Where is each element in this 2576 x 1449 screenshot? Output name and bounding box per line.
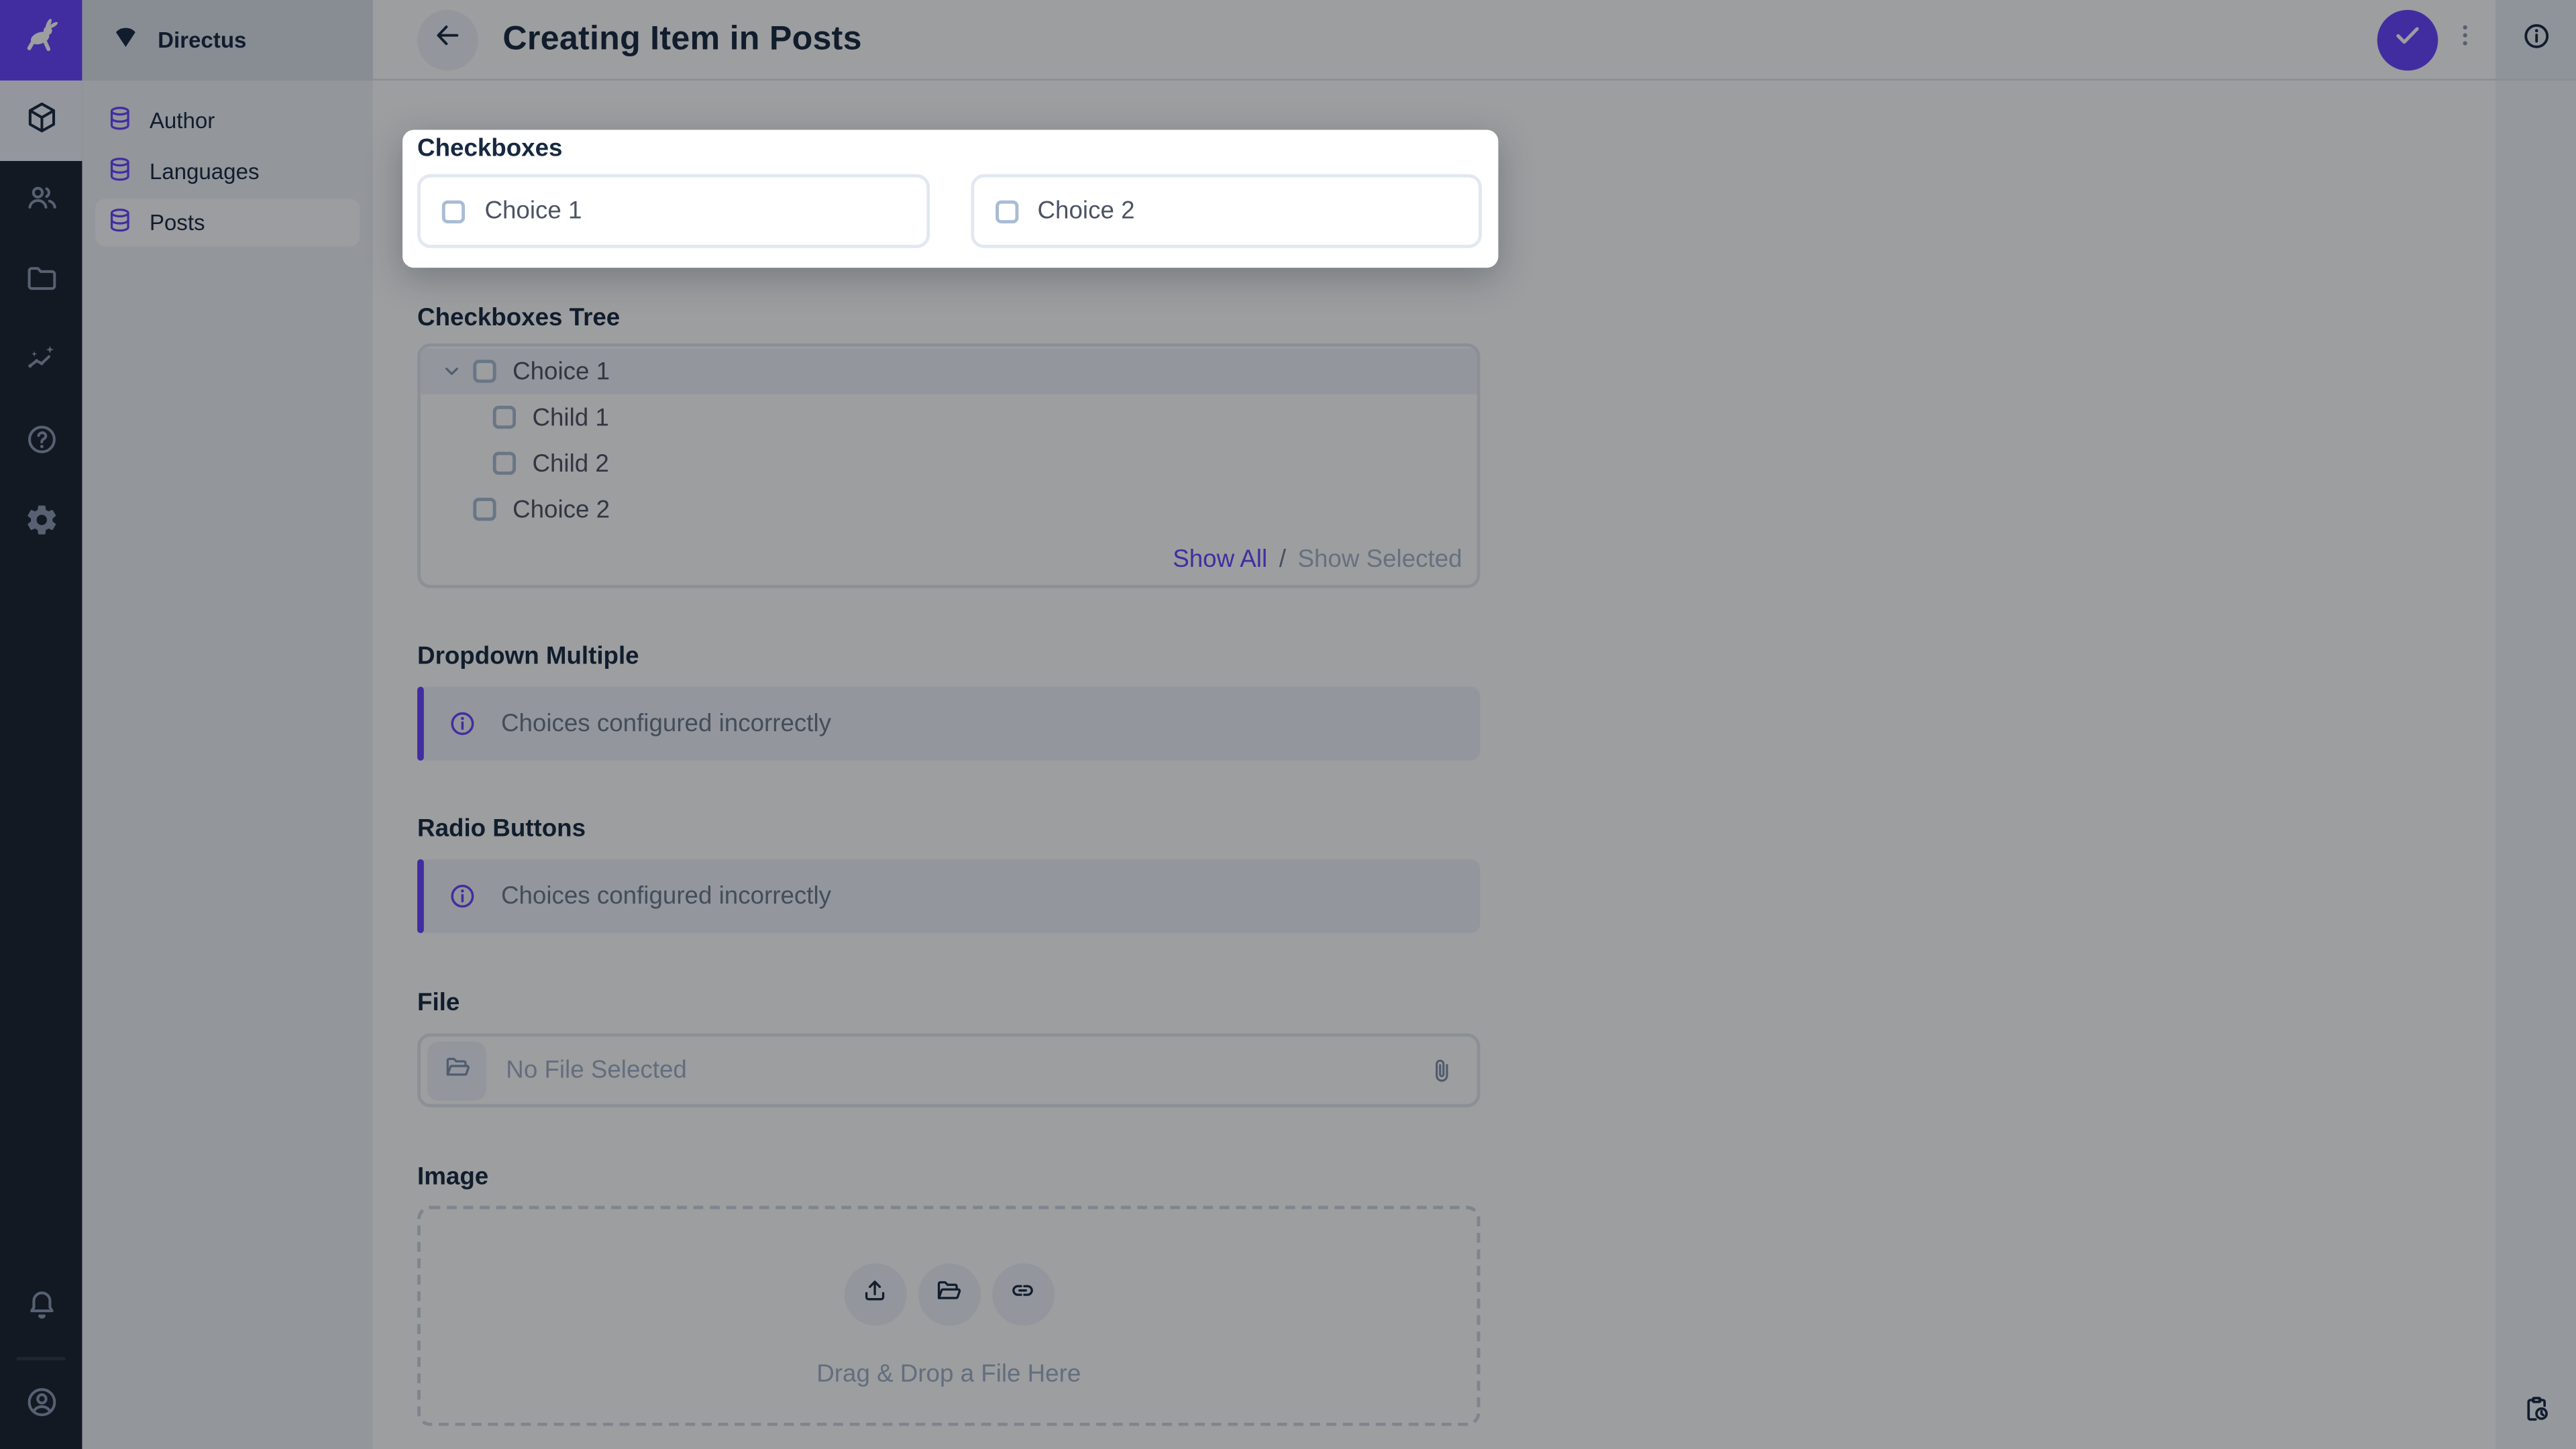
checkbox[interactable] — [442, 200, 465, 223]
app-window: Directus Author Languages — [0, 0, 2576, 1449]
checkbox-option-choice-1[interactable]: Choice 1 — [417, 174, 929, 248]
field-checkboxes-spotlight: Checkboxes Choice 1 Choice 2 — [402, 129, 1498, 268]
field-label: Checkboxes — [417, 135, 1482, 164]
option-label: Choice 2 — [1038, 197, 1135, 225]
option-label: Choice 1 — [484, 197, 582, 225]
checkbox[interactable] — [995, 200, 1018, 223]
checkbox-option-choice-2[interactable]: Choice 2 — [970, 174, 1482, 248]
checkboxes-options: Choice 1 Choice 2 — [417, 174, 1482, 248]
